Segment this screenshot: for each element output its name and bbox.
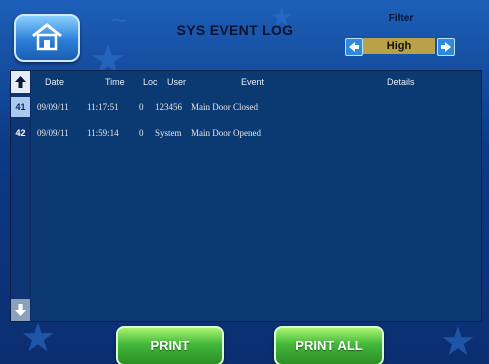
cell-time: 11:17:51 (87, 102, 119, 112)
filter-selector: High (343, 36, 455, 56)
cell-event: Main Door Opened (191, 128, 261, 138)
table-body: Date Time Loc User Event Details 09/09/1… (31, 71, 481, 321)
scroll-up-button[interactable] (11, 71, 30, 93)
filter-value: High (363, 38, 435, 54)
cell-event: Main Door Closed (191, 102, 258, 112)
column-header-date: Date (45, 77, 65, 87)
decorative-star: ★ (440, 320, 476, 364)
cell-date: 09/09/11 (37, 128, 69, 138)
column-header-user: User (167, 77, 187, 87)
column-header-loc: Loc (143, 77, 158, 87)
home-icon (32, 23, 62, 51)
print-all-button[interactable]: PRINT ALL (274, 326, 384, 364)
arrow-down-icon (15, 304, 26, 316)
filter-next-button[interactable] (437, 38, 455, 56)
scroll-down-button[interactable] (11, 299, 30, 321)
row-index-selected[interactable]: 41 (11, 97, 30, 117)
row-index[interactable]: 42 (11, 123, 30, 143)
print-button[interactable]: PRINT (116, 326, 224, 364)
decorative-swirl: ~ (110, 4, 128, 37)
cell-date: 09/09/11 (37, 102, 69, 112)
arrow-right-icon (441, 42, 451, 52)
column-header-details: Details (387, 77, 415, 87)
column-header-time: Time (105, 77, 125, 87)
page-title: SYS EVENT LOG (176, 22, 294, 38)
cell-user: 123456 (155, 102, 182, 112)
decorative-star: ★ (20, 316, 56, 360)
cell-loc: 0 (139, 102, 144, 112)
arrow-up-icon (15, 76, 26, 88)
home-button[interactable] (14, 14, 80, 62)
filter-label: Filter (388, 13, 414, 24)
arrow-left-icon (349, 42, 359, 52)
cell-user: System (155, 128, 182, 138)
column-header-event: Event (241, 77, 265, 87)
row-index-column: 41 42 (11, 71, 30, 321)
event-log-table: 41 42 Date Time Loc User Event Details 0… (10, 70, 482, 322)
cell-time: 11:59:14 (87, 128, 119, 138)
cell-loc: 0 (139, 128, 144, 138)
app-frame: ★ ~ ★ ★ ★ SYS EVENT LOG Filter High 41 4… (0, 0, 489, 364)
filter-prev-button[interactable] (345, 38, 363, 56)
